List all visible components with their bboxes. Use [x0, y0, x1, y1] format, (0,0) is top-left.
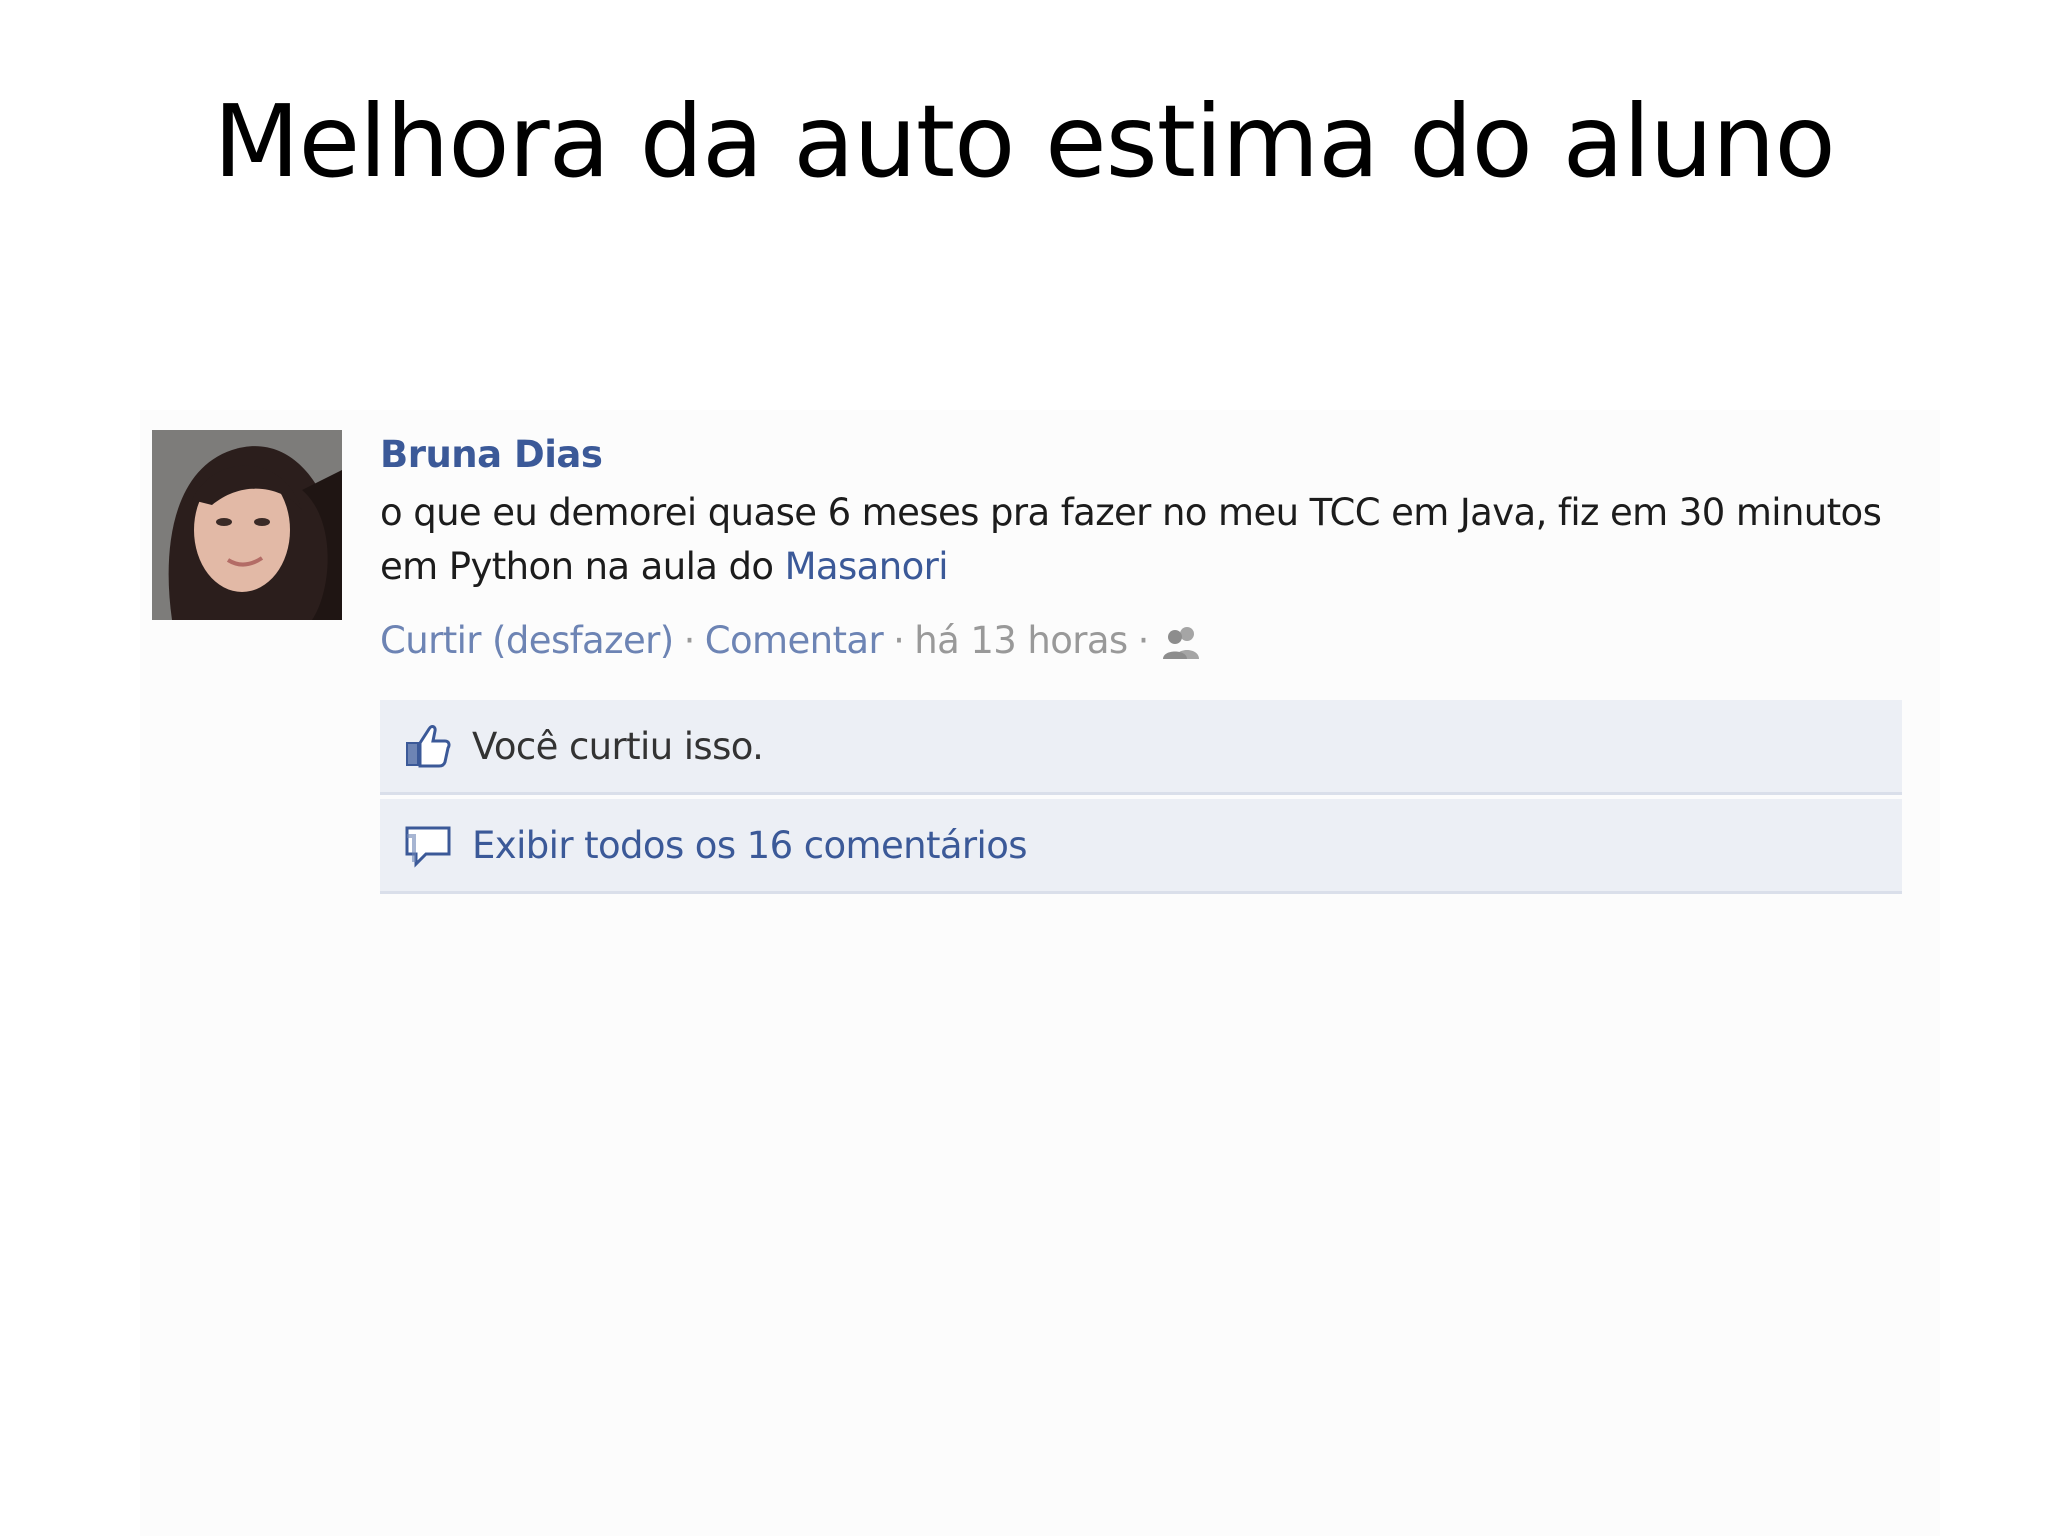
post-content: Bruna Dias o que eu demorei quase 6 mese…: [380, 430, 1920, 672]
mention-link[interactable]: Masanori: [785, 545, 949, 588]
timestamp[interactable]: há 13 horas: [914, 619, 1128, 662]
comment-link[interactable]: Comentar: [705, 619, 884, 662]
avatar-photo: [152, 430, 342, 620]
view-all-comments-link[interactable]: Exibir todos os 16 comentários: [472, 824, 1028, 867]
facebook-post-screenshot: Bruna Dias o que eu demorei quase 6 mese…: [140, 410, 1940, 1536]
friends-icon[interactable]: [1162, 622, 1201, 672]
separator: ·: [893, 619, 905, 662]
likes-row: Você curtiu isso.: [380, 700, 1902, 795]
comment-bubble-icon[interactable]: [400, 817, 456, 873]
comments-row[interactable]: Exibir todos os 16 comentários: [380, 799, 1902, 894]
post-message-text: o que eu demorei quase 6 meses pra fazer…: [380, 491, 1882, 588]
unlike-link[interactable]: Curtir (desfazer): [380, 619, 674, 662]
post-actions: Curtir (desfazer) · Comentar · há 13 horas ·: [380, 616, 1920, 672]
slide-title: Melhora da auto estima do aluno: [213, 83, 1835, 200]
likes-summary: Você curtiu isso.: [472, 724, 764, 768]
author-name[interactable]: Bruna Dias: [380, 430, 1920, 486]
avatar[interactable]: [152, 430, 342, 620]
ufi-panel: Você curtiu isso. Exibir todos os 16 com…: [380, 700, 1902, 898]
post-message: o que eu demorei quase 6 meses pra fazer…: [380, 486, 1920, 594]
separator: ·: [1137, 619, 1150, 662]
separator: ·: [683, 619, 696, 662]
thumbs-up-icon[interactable]: [400, 718, 456, 774]
